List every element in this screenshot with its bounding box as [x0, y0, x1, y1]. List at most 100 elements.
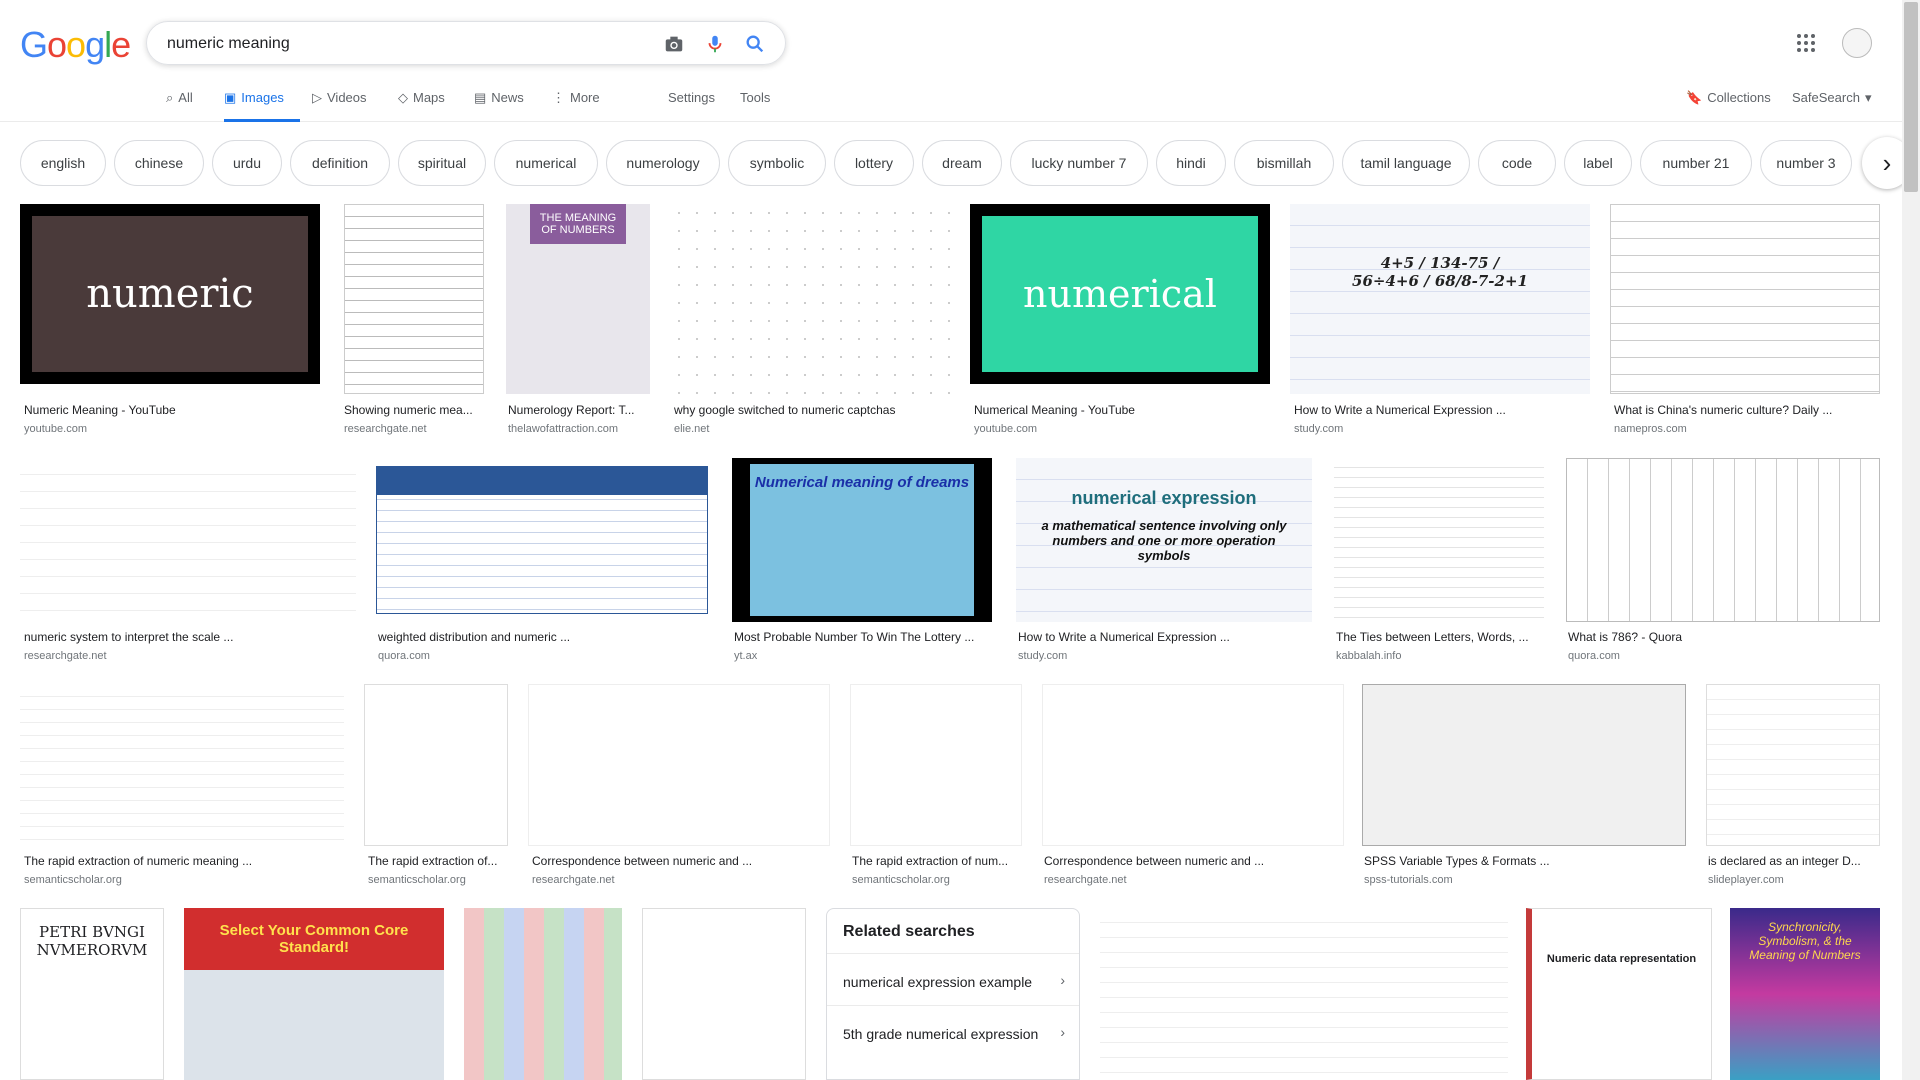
- chip[interactable]: code: [1478, 140, 1556, 186]
- chip[interactable]: bismillah: [1234, 140, 1334, 186]
- result-thumbnail[interactable]: [1100, 908, 1508, 1080]
- result-thumbnail[interactable]: [20, 684, 344, 846]
- result-caption[interactable]: Numeric Meaning - YouTube: [24, 403, 314, 417]
- microphone-icon[interactable]: [704, 33, 726, 55]
- camera-icon[interactable]: [663, 33, 685, 55]
- chip[interactable]: label: [1564, 140, 1632, 186]
- result-source[interactable]: study.com: [1018, 650, 1067, 662]
- result-caption[interactable]: why google switched to numeric captchas: [674, 403, 950, 417]
- result-thumbnail[interactable]: [376, 466, 708, 614]
- result-source[interactable]: researchgate.net: [344, 423, 427, 435]
- result-source[interactable]: semanticscholar.org: [24, 874, 122, 886]
- result-caption[interactable]: Correspondence between numeric and ...: [1044, 854, 1340, 868]
- chip[interactable]: hindi: [1156, 140, 1226, 186]
- result-caption[interactable]: Numerical Meaning - YouTube: [974, 403, 1264, 417]
- tab-more[interactable]: ⋮ More: [552, 90, 600, 122]
- result-thumbnail[interactable]: [464, 908, 622, 1080]
- chip[interactable]: symbolic: [728, 140, 826, 186]
- result-source[interactable]: quora.com: [1568, 650, 1620, 662]
- search-icon[interactable]: [744, 33, 766, 55]
- result-caption[interactable]: How to Write a Numerical Expression ...: [1294, 403, 1590, 417]
- chip[interactable]: english: [20, 140, 106, 186]
- chip[interactable]: chinese: [114, 140, 204, 186]
- result-source[interactable]: elie.net: [674, 423, 709, 435]
- result-thumbnail[interactable]: [20, 458, 356, 622]
- safesearch-menu[interactable]: SafeSearch ▾: [1792, 90, 1871, 122]
- result-caption[interactable]: The rapid extraction of num...: [852, 854, 1022, 868]
- result-caption[interactable]: What is 786? - Quora: [1568, 630, 1878, 644]
- result-caption[interactable]: Most Probable Number To Win The Lottery …: [734, 630, 990, 644]
- result-source[interactable]: kabbalah.info: [1336, 650, 1401, 662]
- result-caption[interactable]: The rapid extraction of...: [368, 854, 508, 868]
- result-caption[interactable]: The Ties between Letters, Words, ...: [1336, 630, 1542, 644]
- result-source[interactable]: quora.com: [378, 650, 430, 662]
- result-source[interactable]: yt.ax: [734, 650, 757, 662]
- result-caption[interactable]: What is China's numeric culture? Daily .…: [1614, 403, 1880, 417]
- chip[interactable]: dream: [922, 140, 1002, 186]
- chip[interactable]: spiritual: [398, 140, 486, 186]
- result-source[interactable]: semanticscholar.org: [852, 874, 950, 886]
- result-caption[interactable]: Correspondence between numeric and ...: [532, 854, 828, 868]
- search-box[interactable]: numeric meaning: [146, 21, 786, 65]
- result-thumbnail[interactable]: PETRI BVNGI NVMERORVM: [20, 908, 164, 1080]
- chip[interactable]: lucky number 7: [1010, 140, 1148, 186]
- result-thumbnail[interactable]: Numeric data representation: [1526, 908, 1712, 1080]
- result-thumbnail[interactable]: [642, 908, 806, 1080]
- chip[interactable]: lottery: [834, 140, 914, 186]
- chip[interactable]: numerical: [494, 140, 598, 186]
- result-thumbnail[interactable]: [1566, 458, 1880, 622]
- result-thumbnail[interactable]: Synchronicity, Symbolism, & the Meaning …: [1730, 908, 1880, 1080]
- result-thumbnail[interactable]: [1042, 684, 1344, 846]
- related-search-item[interactable]: 5th grade numerical expression ›: [827, 1005, 1079, 1057]
- result-thumbnail[interactable]: [850, 684, 1022, 846]
- result-thumbnail[interactable]: 4+5 / 134-75 / 56÷4+6 / 68/8-7-2+1: [1290, 204, 1590, 394]
- chip[interactable]: urdu: [212, 140, 282, 186]
- result-source[interactable]: youtube.com: [24, 423, 87, 435]
- settings-link[interactable]: Settings: [668, 90, 715, 122]
- result-caption[interactable]: The rapid extraction of numeric meaning …: [24, 854, 344, 868]
- scrollbar-thumb[interactable]: [1904, 2, 1918, 192]
- chip[interactable]: numerology: [606, 140, 720, 186]
- chip[interactable]: number 21: [1640, 140, 1752, 186]
- result-caption[interactable]: Showing numeric mea...: [344, 403, 484, 417]
- result-caption[interactable]: numeric system to interpret the scale ..…: [24, 630, 354, 644]
- search-input[interactable]: numeric meaning: [167, 35, 290, 53]
- result-thumbnail[interactable]: [344, 204, 484, 394]
- result-caption[interactable]: How to Write a Numerical Expression ...: [1018, 630, 1308, 644]
- result-source[interactable]: slideplayer.com: [1708, 874, 1784, 886]
- result-source[interactable]: namepros.com: [1614, 423, 1687, 435]
- result-caption[interactable]: Numerology Report: T...: [508, 403, 648, 417]
- result-caption[interactable]: SPSS Variable Types & Formats ...: [1364, 854, 1684, 868]
- chip[interactable]: tamil language: [1342, 140, 1470, 186]
- result-source[interactable]: thelawofattraction.com: [508, 423, 618, 435]
- tab-images[interactable]: ▣ Images: [224, 90, 300, 122]
- result-thumbnail[interactable]: [1706, 684, 1880, 846]
- result-thumbnail[interactable]: numerical: [970, 204, 1270, 384]
- apps-grid-icon[interactable]: [1796, 33, 1816, 53]
- result-thumbnail[interactable]: Numerical meaning of dreams: [732, 458, 992, 622]
- result-thumbnail[interactable]: [528, 684, 830, 846]
- result-source[interactable]: researchgate.net: [532, 874, 615, 886]
- chip[interactable]: number 3: [1760, 140, 1852, 186]
- result-thumbnail[interactable]: [1610, 204, 1880, 394]
- result-thumbnail[interactable]: [1362, 684, 1686, 846]
- result-source[interactable]: youtube.com: [974, 423, 1037, 435]
- avatar[interactable]: [1842, 28, 1872, 58]
- result-thumbnail[interactable]: [670, 204, 950, 394]
- collections-link[interactable]: 🔖 Collections: [1686, 90, 1771, 122]
- result-source[interactable]: spss-tutorials.com: [1364, 874, 1453, 886]
- result-thumbnail[interactable]: [364, 684, 508, 846]
- tools-link[interactable]: Tools: [740, 90, 770, 122]
- tab-news[interactable]: ▤ News: [474, 90, 524, 122]
- tab-videos[interactable]: ▷ Videos: [312, 90, 367, 122]
- result-thumbnail[interactable]: THE MEANING OF NUMBERS: [506, 204, 650, 394]
- result-caption[interactable]: is declared as an integer D...: [1708, 854, 1878, 868]
- result-source[interactable]: researchgate.net: [24, 650, 107, 662]
- tab-all[interactable]: ⌕ All: [166, 90, 193, 122]
- chip[interactable]: definition: [290, 140, 390, 186]
- google-logo[interactable]: Google: [20, 24, 131, 66]
- result-thumbnail[interactable]: numeric: [20, 204, 320, 384]
- result-source[interactable]: semanticscholar.org: [368, 874, 466, 886]
- tab-maps[interactable]: ◇ Maps: [398, 90, 445, 122]
- related-search-item[interactable]: numerical expression example ›: [827, 953, 1079, 1005]
